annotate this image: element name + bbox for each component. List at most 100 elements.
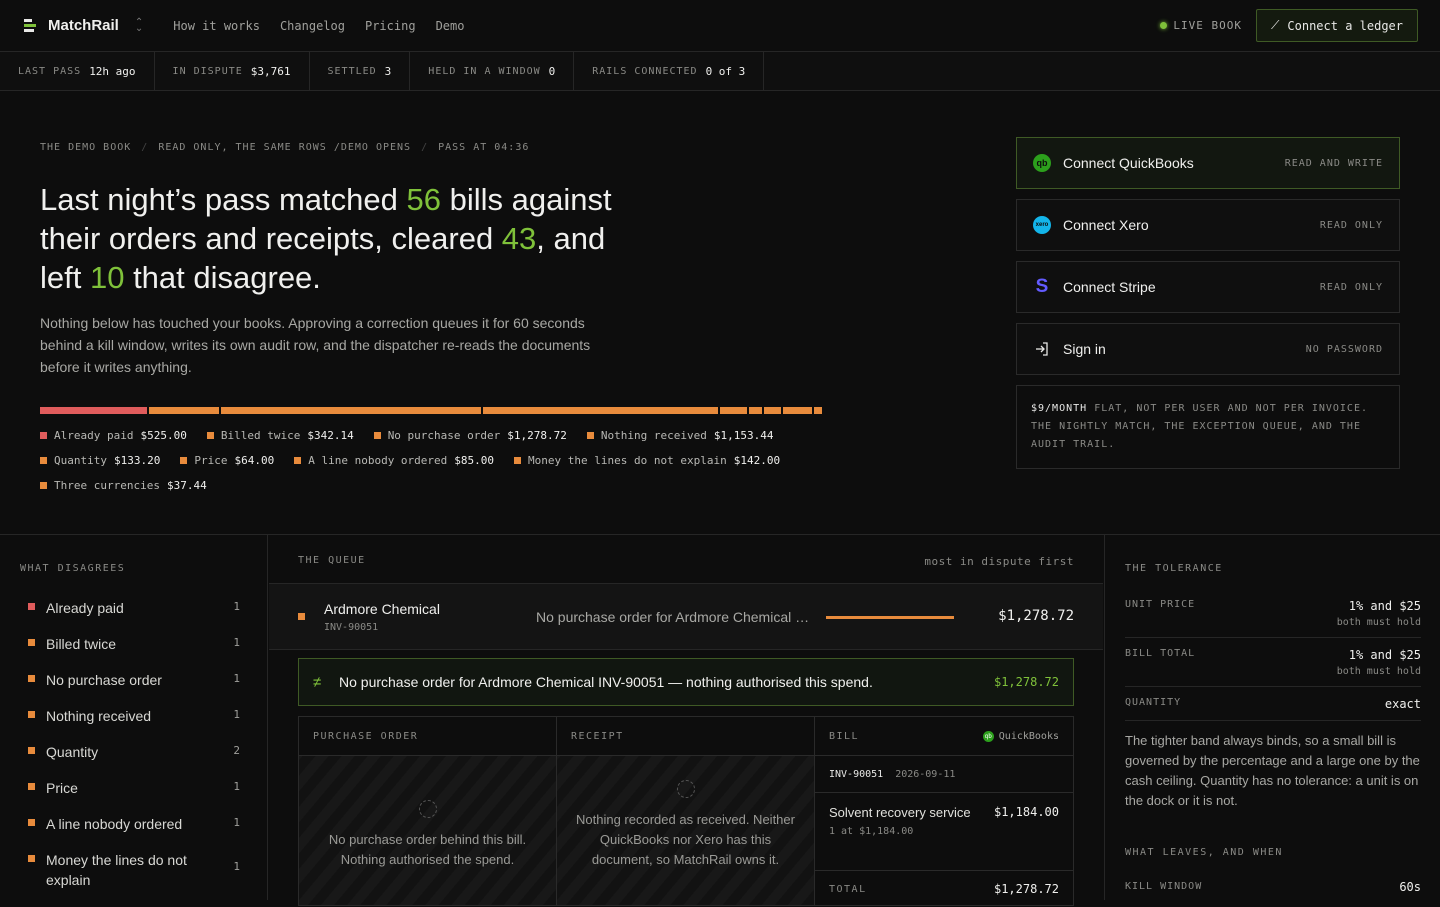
nav-link-changelog[interactable]: Changelog	[280, 19, 345, 33]
bill-total-value: $1,278.72	[993, 882, 1059, 896]
legend-swatch	[40, 432, 47, 439]
breakdown-segment	[40, 407, 147, 414]
legend-label: No purchase order	[387, 429, 501, 442]
card-meta: READ AND WRITE	[1284, 157, 1383, 169]
category-count: 1	[233, 780, 240, 793]
stat-label: SETTLED	[327, 65, 377, 77]
category-marker	[298, 613, 305, 620]
category-count: 2	[233, 744, 240, 757]
legend-label: Price	[194, 454, 228, 467]
bill-column: BILL qb QuickBooks INV-90051 2026-09-11 …	[815, 717, 1073, 905]
disagree-category-item[interactable]: Nothing received 1	[28, 698, 240, 734]
queue-row[interactable]: Ardmore Chemical INV-90051 No purchase o…	[269, 583, 1103, 650]
breakdown-segment	[749, 407, 762, 414]
nav-link-demo[interactable]: Demo	[436, 19, 465, 33]
sign-in-card[interactable]: Sign in NO PASSWORD	[1016, 323, 1400, 375]
breakdown-segment	[149, 407, 219, 414]
stat-settled: SETTLED 3	[310, 52, 411, 90]
queue-panel: THE QUEUE most in dispute first Ardmore …	[269, 535, 1103, 906]
queue-title: THE QUEUE	[298, 555, 366, 566]
tolerance-bill-total: BILL TOTAL 1% and $25 both must hold	[1125, 648, 1421, 687]
stat-value: 12h ago	[89, 64, 136, 78]
legend-item: No purchase order $1,278.72	[373, 428, 567, 443]
breakdown-segment	[221, 407, 481, 414]
nav-link-how-it-works[interactable]: How it works	[173, 19, 260, 33]
dispute-amount-bar	[826, 616, 954, 619]
breadcrumb-item: PASS AT 04:36	[438, 142, 530, 153]
bill-source: qb QuickBooks	[982, 730, 1059, 742]
bill-meta: INV-90051 2026-09-11	[815, 756, 1073, 793]
disagree-category-item[interactable]: Price 1	[28, 770, 240, 806]
disagree-category-item[interactable]: Billed twice 1	[28, 626, 240, 662]
legend-item: Nothing received $1,153.44	[586, 428, 773, 443]
legend-label: Already paid	[54, 429, 134, 442]
connect-quickbooks-card[interactable]: qb Connect QuickBooks READ AND WRITE	[1016, 137, 1400, 189]
disagree-category-item[interactable]: No purchase order 1	[28, 662, 240, 698]
category-label: A line nobody ordered	[46, 816, 183, 832]
tolerance-title: THE TOLERANCE	[1125, 563, 1223, 574]
legend-amount: $342.14	[307, 429, 354, 442]
card-meta: READ ONLY	[1319, 219, 1383, 231]
legend-amount: $133.20	[113, 454, 161, 467]
disagree-category-list: Already paid 1 Billed twice 1 No purchase or…	[28, 590, 240, 898]
legend-item: Three currencies $37.44	[40, 478, 207, 493]
connect-ledger-button[interactable]: ⟋ Connect a ledger	[1256, 9, 1418, 42]
finding-text: No purchase order for Ardmore Chemical I…	[339, 674, 873, 690]
legend-swatch	[40, 482, 47, 489]
what-disagrees-title: WHAT DISAGREES	[20, 563, 126, 574]
legend-swatch	[180, 457, 188, 464]
queue-sort[interactable]: most in dispute first	[924, 555, 1074, 568]
invoice-number: INV-90051	[324, 622, 379, 633]
stat-value: $3,761	[250, 64, 291, 78]
tolerance-note: both must hold	[1336, 666, 1421, 677]
category-label: Billed twice	[46, 636, 117, 652]
nav-link-pricing[interactable]: Pricing	[365, 19, 416, 33]
legend-label: Money the lines do not explain	[528, 454, 727, 467]
brand[interactable]: MatchRail ⌃ ⌄	[24, 17, 143, 34]
missing-document-message: No purchase order behind this bill. Noth…	[328, 832, 527, 867]
category-swatch	[28, 855, 35, 862]
matched-count: 56	[406, 182, 441, 217]
breakdown-segment	[814, 407, 822, 414]
disagree-count: 10	[89, 260, 125, 295]
stat-rails-connected: RAILS CONNECTED 0 of 3	[574, 52, 765, 90]
column-title: PURCHASE ORDER	[313, 730, 419, 742]
finding-amount: $1,278.72	[993, 675, 1059, 689]
legend-item: A line nobody ordered $85.00	[294, 453, 494, 468]
matchrail-logo-icon	[24, 18, 36, 33]
bill-source-name: QuickBooks	[998, 730, 1059, 742]
category-count: 1	[233, 636, 240, 649]
category-label: Price	[46, 780, 78, 796]
disagree-category-item[interactable]: Money the lines do not explain 1	[28, 842, 240, 898]
column-title: BILL	[829, 730, 860, 742]
stat-value: 3	[384, 64, 392, 78]
breakdown-segment	[783, 407, 812, 414]
disagree-category-item[interactable]: Already paid 1	[28, 590, 240, 626]
live-book-indicator: LIVE BOOK	[1160, 19, 1242, 32]
workspace-switch-icon[interactable]: ⌃ ⌄	[135, 17, 143, 33]
live-dot-icon	[1160, 22, 1168, 29]
quickbooks-icon: qb	[1033, 154, 1051, 172]
column-header: RECEIPT	[557, 717, 814, 756]
card-meta: NO PASSWORD	[1305, 343, 1383, 355]
legend-label: A line nobody ordered	[308, 454, 448, 467]
missing-document: No purchase order behind this bill. Noth…	[299, 756, 556, 905]
disagree-category-item[interactable]: A line nobody ordered 1	[28, 806, 240, 842]
breadcrumb: THE DEMO BOOK / READ ONLY, THE SAME ROWS…	[40, 142, 529, 153]
queue-row-amount: $1,278.72	[998, 608, 1074, 624]
bill-total: TOTAL $1,278.72	[815, 871, 1073, 907]
connect-stripe-card[interactable]: S Connect Stripe READ ONLY	[1016, 261, 1400, 313]
legend-swatch	[373, 432, 381, 439]
xero-icon: xero	[1033, 216, 1051, 234]
disagree-category-item[interactable]: Quantity 2	[28, 734, 240, 770]
card-label: Connect QuickBooks	[1063, 155, 1194, 171]
category-swatch	[28, 711, 35, 718]
page-title: Last night’s pass matched 56 bills again…	[40, 180, 640, 297]
card-label: Connect Stripe	[1063, 279, 1156, 295]
legend-swatch	[206, 432, 214, 439]
breakdown-segment	[764, 407, 781, 414]
tolerance-unit-price: UNIT PRICE 1% and $25 both must hold	[1125, 599, 1421, 638]
connect-xero-card[interactable]: xero Connect Xero READ ONLY	[1016, 199, 1400, 251]
missing-document: Nothing recorded as received. Neither Qu…	[557, 756, 814, 905]
legend-swatch	[40, 457, 47, 464]
